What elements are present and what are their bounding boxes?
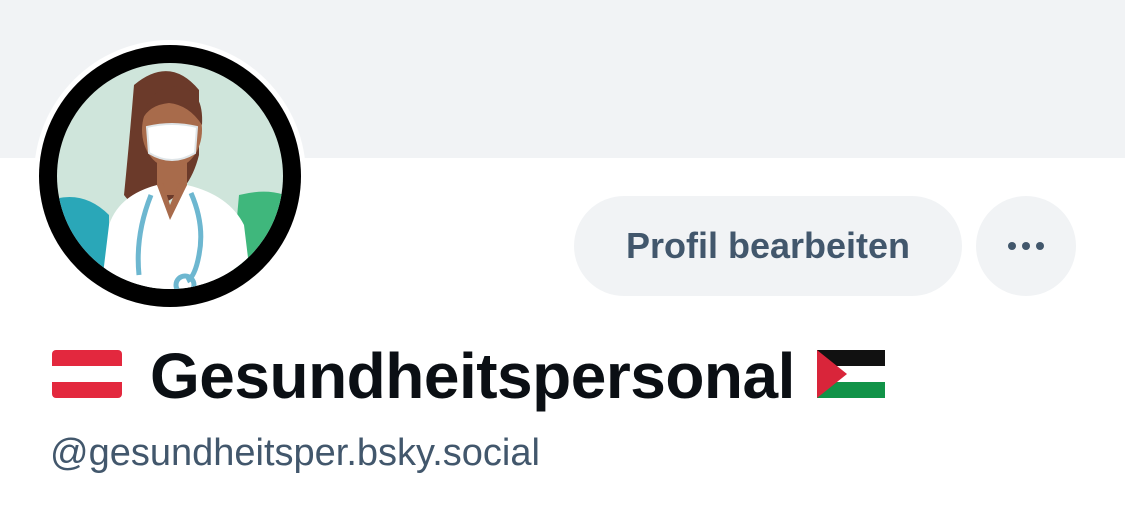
profile-handle: @gesundheitsper.bsky.social: [50, 432, 540, 474]
ellipsis-icon: [1006, 239, 1046, 254]
avatar-image: [39, 45, 301, 307]
austria-flag-icon: [52, 349, 122, 403]
more-options-button[interactable]: [976, 196, 1076, 296]
display-name: Gesundheitspersonal: [150, 340, 795, 412]
edit-profile-button[interactable]: Profil bearbeiten: [574, 196, 962, 296]
avatar[interactable]: [34, 40, 306, 312]
palestine-flag-icon: [816, 349, 885, 403]
name-row: Gesundheitspersonal: [52, 340, 885, 412]
